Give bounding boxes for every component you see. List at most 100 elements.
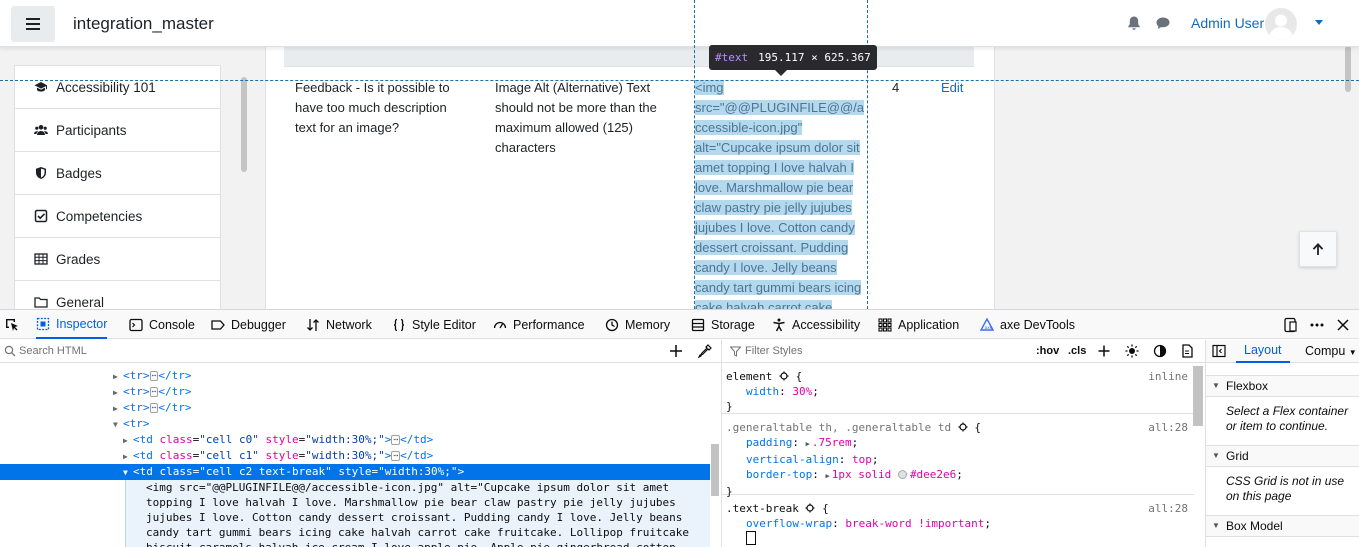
drawer-item-label: Competencies [56,208,143,224]
svg-text:axe: axe [985,326,993,331]
tab-network[interactable]: Network [306,310,372,339]
rule-source[interactable]: all:28 [1148,501,1188,516]
grid-section-header[interactable]: ▼ Grid [1206,445,1359,467]
tab-performance[interactable]: Performance [493,310,585,339]
moodle-page: integration_master Admin User Accessibil… [0,0,1359,309]
close-icon[interactable] [1335,317,1351,333]
rule-source[interactable]: inline [1148,369,1188,384]
tree-node-tr-expanded[interactable]: ▼ <tr> [0,416,710,432]
back-to-top-button[interactable] [1299,231,1337,267]
more-options-icon[interactable] [1309,317,1325,333]
chevron-down-icon[interactable] [1315,20,1323,25]
new-property-editor[interactable] [746,531,756,545]
edit-link[interactable]: Edit [941,78,981,98]
drawer-item-grades[interactable]: Grades [15,238,220,281]
highlighted-text-line: jujubes I love. Cotton candy [695,220,855,235]
site-name-link[interactable]: integration_master [73,14,214,34]
eyedropper-icon[interactable] [697,343,713,359]
element-picker-icon[interactable] [4,317,20,333]
add-node-icon[interactable] [668,343,684,359]
avatar[interactable] [1265,8,1297,40]
tab-style-editor[interactable]: Style Editor [392,310,476,339]
page-scrollbar[interactable] [1345,46,1351,92]
tree-node-td-c2-selected[interactable]: ▼ <td class="cell c2 text-break" style="w… [0,464,710,480]
main-content: Feedback - Is it possible to have too mu… [265,47,995,309]
tab-application[interactable]: Application [878,310,959,339]
highlighted-text-line: love. Marshmallow pie bear [695,180,854,195]
flexbox-message: Select a Flex container or item to conti… [1226,404,1349,433]
drawer-item-label: General [56,294,105,310]
box-model-section-header[interactable]: ▼ Box Model [1206,515,1359,537]
users-icon [34,123,48,137]
highlighted-text-line: candy tart gummi bears icing [695,280,862,295]
tab-accessibility[interactable]: Accessibility [772,310,860,339]
highlighter-guide-horizontal [0,80,1359,81]
tab-layout[interactable]: Layout [1236,340,1290,363]
tree-node-tr[interactable]: ▶ <tr> ⋯ </tr> [0,400,710,416]
print-media-icon[interactable] [1180,344,1194,358]
drawer-item-general[interactable]: General [15,281,220,309]
devtools-toolbar: Inspector Console Debugger Network Style… [0,310,1359,339]
drawer-toggle-button[interactable] [11,6,55,42]
search-html-box[interactable]: Search HTML [0,340,721,363]
tree-text-node[interactable]: <img src="@@PLUGINFILE@@/accessible-icon… [125,480,710,547]
drawer-item-label: Participants [56,122,127,138]
hov-toggle-button[interactable]: :hov [1036,345,1059,357]
network-icon [307,318,319,331]
rules-view: Filter Styles :hov .cls element { inline… [722,340,1206,547]
highlighted-text-line: ccessible-icon.jpg" [695,120,803,135]
filter-styles-box[interactable]: Filter Styles :hov .cls [722,340,1205,363]
left-drawer: Accessibility 101 Participants Badges Co… [0,47,250,309]
drawer-item-label: Grades [56,251,101,267]
tab-console[interactable]: Console [129,310,195,339]
chat-icon[interactable] [1155,15,1171,31]
sidebar-toggle-icon[interactable] [1212,344,1226,358]
highlighted-text-line: claw pastry pie jelly jujubes [695,200,852,215]
drawer-scrollbar[interactable] [241,77,247,172]
search-html-placeholder: Search HTML [19,345,87,357]
gear-icon[interactable] [779,371,789,381]
css-rule-text-break: .text-break { all:28 overflow-wrap: brea… [722,496,1194,547]
style-editor-icon [393,318,405,331]
cell-feedback: Feedback - Is it possible to have too mu… [295,80,450,135]
tree-node-tr[interactable]: ▶ <tr> ⋯ </tr> [0,368,710,384]
gear-icon[interactable] [958,422,968,432]
highlighted-text-line: dessert croissant. Pudding [695,240,849,255]
bell-icon[interactable] [1126,15,1142,31]
tab-computed[interactable]: Compu ▼ [1305,340,1357,363]
tab-memory[interactable]: Memory [605,310,670,339]
css-rule-generaltable: .generaltable th, .generaltable td { all… [722,415,1194,498]
cls-toggle-button[interactable]: .cls [1068,345,1086,357]
responsive-design-icon[interactable] [1282,317,1298,333]
dark-mode-icon[interactable] [1153,344,1167,358]
navbar: integration_master Admin User [0,0,1359,47]
highlighted-text-line: alt="Cupcake ipsum dolor sit [695,140,860,155]
tree-node-td-c0[interactable]: ▶ <td class="cell c0" style="width:30%;">… [0,432,710,448]
tab-inspector[interactable]: Inspector [36,310,108,339]
search-icon [4,345,16,357]
tree-node-tr[interactable]: ▶ <tr> ⋯ </tr> [0,384,710,400]
color-swatch[interactable] [897,470,907,479]
drawer-item-label: Accessibility 101 [56,79,156,95]
flexbox-section-header[interactable]: ▼ Flexbox [1206,375,1359,397]
add-rule-icon[interactable] [1097,344,1111,358]
tab-storage[interactable]: Storage [691,310,755,339]
rules-scrollbar[interactable] [1193,366,1203,426]
drawer-item-competencies[interactable]: Competencies [15,195,220,238]
gear-icon[interactable] [805,503,815,513]
drawer-item-badges[interactable]: Badges [15,152,220,195]
tab-axe-devtools[interactable]: axe axe DevTools [980,310,1075,339]
tab-debugger[interactable]: Debugger [211,310,286,339]
check-square-icon [34,209,48,223]
user-menu-name[interactable]: Admin User [1191,15,1264,31]
highlighted-text-line: cake halvah carrot cake [695,300,833,309]
hamburger-icon [26,18,40,30]
drawer-item-participants[interactable]: Participants [15,109,220,152]
drawer-nav-list: Accessibility 101 Participants Badges Co… [14,65,221,309]
tree-node-td-c1[interactable]: ▶ <td class="cell c1" style="width:30%;">… [0,448,710,464]
rule-source[interactable]: all:28 [1148,420,1188,435]
drawer-item-course[interactable]: Accessibility 101 [15,66,220,109]
storage-icon [691,318,705,331]
markup-scrollbar[interactable] [711,444,719,496]
light-mode-icon[interactable] [1125,344,1139,358]
